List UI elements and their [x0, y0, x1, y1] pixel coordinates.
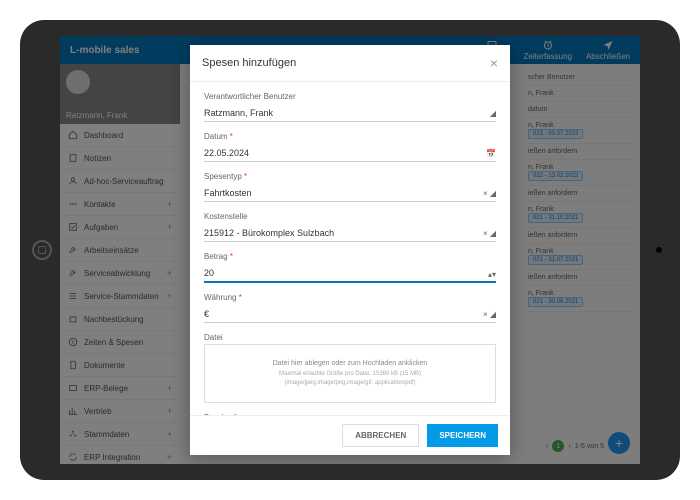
modal-footer: ABBRECHEN SPEICHERN [190, 415, 510, 455]
modal-header: Spesen hinzufügen × [190, 45, 510, 82]
stepper-icon[interactable]: ▴▾ [488, 270, 496, 279]
input-costcenter[interactable] [204, 225, 496, 242]
close-icon[interactable]: × [490, 55, 498, 71]
modal-body: Verantwortlicher Benutzer ◢ Datum * 📅 Sp… [190, 82, 510, 415]
dropdown-icon[interactable]: ◢ [490, 109, 496, 118]
modal-add-expense: Spesen hinzufügen × Verantwortlicher Ben… [190, 45, 510, 455]
input-currency[interactable] [204, 306, 496, 323]
label-date: Datum * [204, 132, 496, 141]
modal-title: Spesen hinzufügen [202, 57, 296, 69]
dropdown-icon[interactable]: × ◢ [483, 229, 496, 238]
input-date[interactable] [204, 145, 496, 162]
tablet-frame: L-mobile sales Aufgaben Zeiterfassung Ab… [20, 20, 680, 480]
label-currency: Währung * [204, 293, 496, 302]
label-type: Spesentyp * [204, 172, 496, 181]
label-user: Verantwortlicher Benutzer [204, 92, 496, 101]
label-amount: Betrag * [204, 252, 496, 261]
label-costcenter: Kostenstelle [204, 212, 496, 221]
input-amount[interactable] [204, 265, 496, 283]
save-button[interactable]: SPEICHERN [427, 424, 498, 447]
file-dropzone[interactable]: Datei hier ablegen oder zum Hochladen an… [204, 344, 496, 403]
home-button[interactable] [32, 240, 52, 260]
input-user[interactable] [204, 105, 496, 122]
app-screen: L-mobile sales Aufgaben Zeiterfassung Ab… [60, 36, 640, 464]
input-type[interactable] [204, 185, 496, 202]
camera-dot [656, 247, 662, 253]
cancel-button[interactable]: ABBRECHEN [342, 424, 419, 447]
calendar-icon[interactable]: 📅 [486, 149, 496, 158]
label-file: Datei [204, 333, 496, 342]
dropdown-icon[interactable]: × ◢ [483, 310, 496, 319]
dropdown-icon[interactable]: × ◢ [483, 189, 496, 198]
